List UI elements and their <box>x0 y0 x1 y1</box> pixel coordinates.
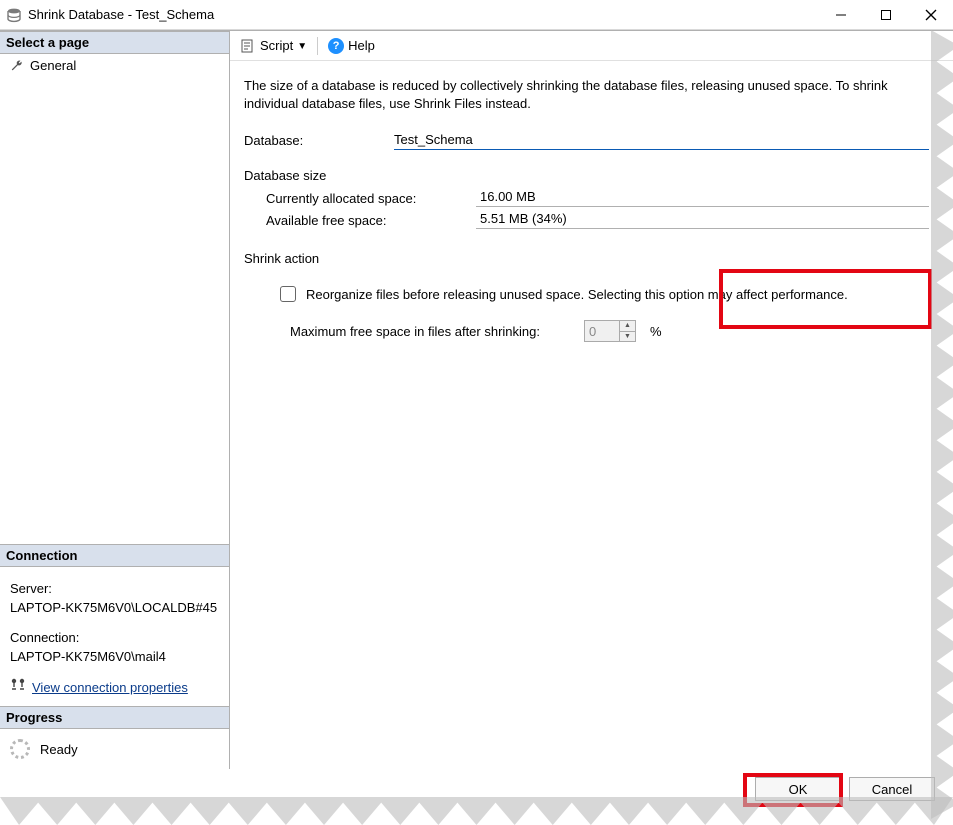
spinner-down-icon[interactable]: ▼ <box>620 332 635 342</box>
script-button[interactable]: Script ▼ <box>240 38 307 54</box>
spinner-up-icon[interactable]: ▲ <box>620 321 635 332</box>
progress-status: Ready <box>40 742 78 757</box>
help-label: Help <box>348 38 375 53</box>
maximize-button[interactable] <box>863 0 908 30</box>
pages-header: Select a page <box>0 31 229 54</box>
maxfree-label: Maximum free space in files after shrink… <box>290 324 570 339</box>
jagged-edge-bottom <box>0 797 953 825</box>
database-icon <box>6 7 22 23</box>
server-value: LAPTOP-KK75M6V0\LOCALDB#45 <box>10 598 223 618</box>
toolbar-separator <box>317 37 318 55</box>
free-value: 5.51 MB (34%) <box>476 211 691 229</box>
allocated-value: 16.00 MB <box>476 189 691 207</box>
connection-label: Connection: <box>10 628 223 648</box>
title-bar: Shrink Database - Test_Schema <box>0 0 953 30</box>
database-size-header: Database size <box>244 168 929 183</box>
connection-body: Server: LAPTOP-KK75M6V0\LOCALDB#45 Conne… <box>0 567 229 707</box>
page-item-general[interactable]: General <box>0 54 229 77</box>
left-panel: Select a page General Connection Server:… <box>0 31 230 769</box>
server-label: Server: <box>10 579 223 599</box>
percent-label: % <box>650 324 662 339</box>
connection-value: LAPTOP-KK75M6V0\mail4 <box>10 647 223 667</box>
free-label: Available free space: <box>266 213 476 228</box>
window-title: Shrink Database - Test_Schema <box>28 7 214 22</box>
reorganize-label: Reorganize files before releasing unused… <box>306 287 848 302</box>
ok-label: OK <box>789 782 808 797</box>
description-text: The size of a database is reduced by col… <box>244 77 929 112</box>
connection-header: Connection <box>0 544 229 567</box>
help-icon: ? <box>328 38 344 54</box>
progress-spinner-icon <box>10 739 30 759</box>
progress-header: Progress <box>0 706 229 729</box>
shrink-action-header: Shrink action <box>244 251 929 266</box>
script-label: Script <box>260 38 293 53</box>
reorganize-checkbox[interactable] <box>280 286 296 302</box>
allocated-label: Currently allocated space: <box>266 191 476 206</box>
close-button[interactable] <box>908 0 953 30</box>
script-dropdown-icon[interactable]: ▼ <box>297 39 307 52</box>
maxfree-spinner[interactable]: 0 ▲ ▼ <box>584 320 636 342</box>
page-item-label: General <box>30 58 76 73</box>
minimize-button[interactable] <box>818 0 863 30</box>
toolbar: Script ▼ ? Help <box>230 31 953 61</box>
database-label: Database: <box>244 133 394 148</box>
main-panel: Script ▼ ? Help The size of a database i… <box>230 31 953 769</box>
script-icon <box>240 38 256 54</box>
maxfree-value: 0 <box>589 324 596 339</box>
connection-properties-icon <box>10 677 26 699</box>
database-input[interactable] <box>394 130 929 150</box>
help-button[interactable]: ? Help <box>328 38 375 54</box>
view-connection-properties-link[interactable]: View connection properties <box>32 678 188 698</box>
wrench-icon <box>10 59 24 73</box>
cancel-label: Cancel <box>872 782 912 797</box>
